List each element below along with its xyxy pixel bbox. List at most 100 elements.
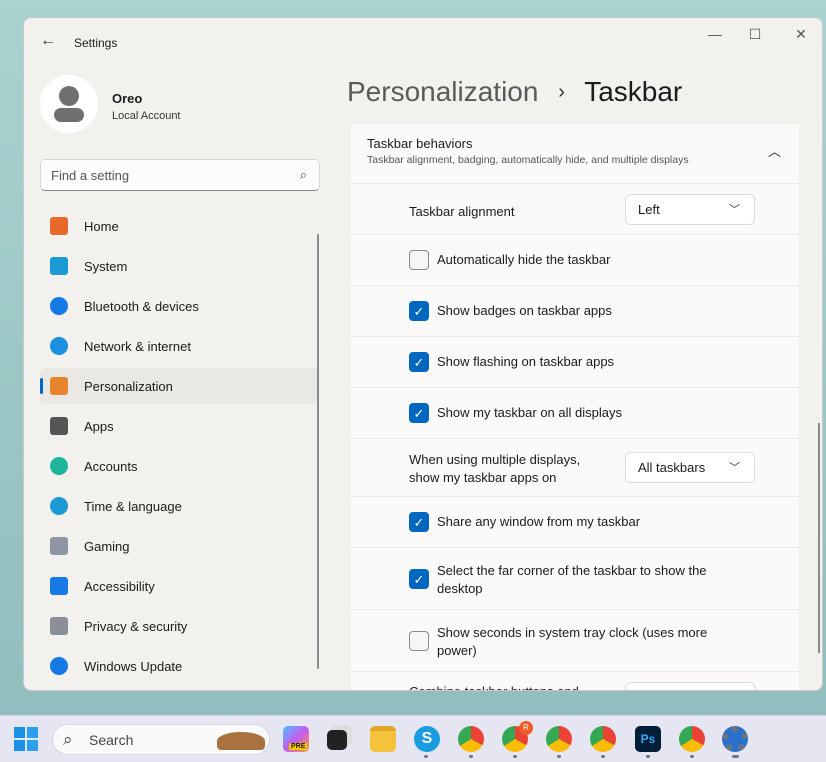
search-placeholder: Find a setting [51,168,130,183]
copilot-badge: PRE [289,743,308,750]
chrome-icon[interactable] [546,726,572,752]
maximize-button[interactable]: ☐ [740,26,770,43]
page-title: Taskbar [584,76,683,107]
sidebar-item-accounts[interactable]: Accounts [40,448,318,484]
brush-icon [50,377,68,395]
setting-show-seconds: Show seconds in system tray clock (uses … [351,610,799,672]
running-indicator [469,755,473,758]
photoshop-icon[interactable]: Ps [635,726,661,752]
sidebar-item-windows-update[interactable]: Windows Update [40,648,318,684]
setting-label: Select the far corner of the taskbar to … [437,563,707,596]
system-icon [50,257,68,275]
content-scrollbar[interactable] [818,423,820,653]
settings-window: ← Settings — ☐ ✕ Oreo Local Account Find… [23,17,823,691]
running-indicator [601,755,605,758]
sidebar-item-bluetooth-devices[interactable]: Bluetooth & devices [40,288,318,324]
checkbox[interactable] [409,631,429,651]
taskbar-alignment-dropdown[interactable]: Left ﹀ [625,194,755,225]
section-header[interactable]: Taskbar behaviors Taskbar alignment, bad… [351,124,799,184]
chrome-icon[interactable]: R [502,721,533,752]
setting-label: Show my taskbar on all displays [437,405,622,420]
sidebar-item-label: Accessibility [84,579,155,594]
dropdown-value: All taskbars [638,460,706,475]
sidebar-item-personalization[interactable]: Personalization [40,368,318,404]
update-icon [50,657,68,675]
setting-label: Automatically hide the taskbar [437,252,611,267]
sidebar-item-label: Windows Update [84,659,183,674]
profile-badge: R [519,721,533,735]
search-icon: ⌕ [63,730,73,749]
settings-icon[interactable] [722,726,748,752]
setting-multiple-displays: When using multiple displays, show my ta… [351,439,799,497]
taskbar: ⌕ Search PRE S R Ps [0,715,826,762]
checkbox-checked[interactable]: ✓ [409,569,429,589]
running-indicator [424,755,428,758]
chrome-icon[interactable] [679,726,705,752]
breadcrumb-separator: › [558,81,565,103]
breadcrumb-parent[interactable]: Personalization [347,76,538,107]
chevron-down-icon: ﹀ [729,204,740,216]
checkbox-checked[interactable]: ✓ [409,512,429,532]
sidebar-item-network-internet[interactable]: Network & internet [40,328,318,364]
sidebar-item-label: Time & language [84,499,182,514]
account-type: Local Account [112,110,181,122]
skype-icon[interactable]: S [414,726,440,752]
search-input[interactable]: Find a setting ⌕ [40,159,320,191]
setting-badges: ✓ Show badges on taskbar apps [351,286,799,337]
setting-label: Show badges on taskbar apps [437,303,612,318]
running-indicator [557,755,561,758]
sidebar-item-accessibility[interactable]: Accessibility [40,568,318,604]
minimize-button[interactable]: — [700,26,730,42]
checkbox-checked[interactable]: ✓ [409,403,429,423]
checkbox-checked[interactable]: ✓ [409,301,429,321]
sidebar-item-gaming[interactable]: Gaming [40,528,318,564]
bluetooth-icon [50,297,68,315]
back-button[interactable]: ← [40,32,56,50]
running-indicator [732,755,739,758]
setting-combine-buttons: Combine taskbar buttons and [351,672,799,690]
running-indicator [513,755,517,758]
window-title: Settings [74,36,118,50]
taskbar-search-label: Search [89,732,134,748]
user-name: Oreo [112,91,143,106]
checkbox-checked[interactable]: ✓ [409,352,429,372]
chevron-up-icon[interactable]: ︿ [768,141,781,160]
accessibility-icon [50,577,68,595]
sidebar-item-label: Accounts [84,459,138,474]
sidebar-item-time-language[interactable]: Time & language [40,488,318,524]
wifi-icon [50,337,68,355]
copilot-icon[interactable]: PRE [283,726,309,752]
search-icon: ⌕ [299,167,307,182]
setting-all-displays: ✓ Show my taskbar on all displays [351,388,799,439]
sidebar-scrollbar[interactable] [317,234,319,669]
globe-clock-icon [50,497,68,515]
file-explorer-icon[interactable] [370,726,396,752]
setting-label: Show seconds in system tray clock (uses … [437,625,708,658]
sidebar-item-home[interactable]: Home [40,208,318,244]
home-icon [50,217,68,235]
setting-label: When using multiple displays, show my ta… [409,452,581,485]
sidebar-item-label: Bluetooth & devices [84,299,199,314]
sidebar-item-label: Home [84,219,119,234]
close-button[interactable]: ✕ [786,26,816,43]
multiple-displays-dropdown[interactable]: All taskbars ﹀ [625,452,755,483]
chrome-icon[interactable] [590,726,616,752]
combine-buttons-dropdown[interactable] [625,682,755,690]
chrome-icon[interactable] [458,726,484,752]
selection-indicator [40,378,43,394]
running-indicator [646,755,650,758]
sidebar-item-apps[interactable]: Apps [40,408,318,444]
checkbox[interactable] [409,250,429,270]
setting-label: Show flashing on taskbar apps [437,354,615,369]
apps-icon [50,417,68,435]
sidebar-item-privacy-security[interactable]: Privacy & security [40,608,318,644]
sidebar-item-system[interactable]: System [40,248,318,284]
avatar[interactable] [40,75,98,133]
setting-flashing: ✓ Show flashing on taskbar apps [351,337,799,388]
taskbar-search[interactable]: ⌕ Search [52,724,270,755]
breadcrumb: Personalization › Taskbar [347,76,682,108]
sidebar-item-label: Personalization [84,379,173,394]
running-indicator [690,755,694,758]
start-button[interactable] [14,727,38,751]
task-view-icon[interactable] [327,730,347,750]
